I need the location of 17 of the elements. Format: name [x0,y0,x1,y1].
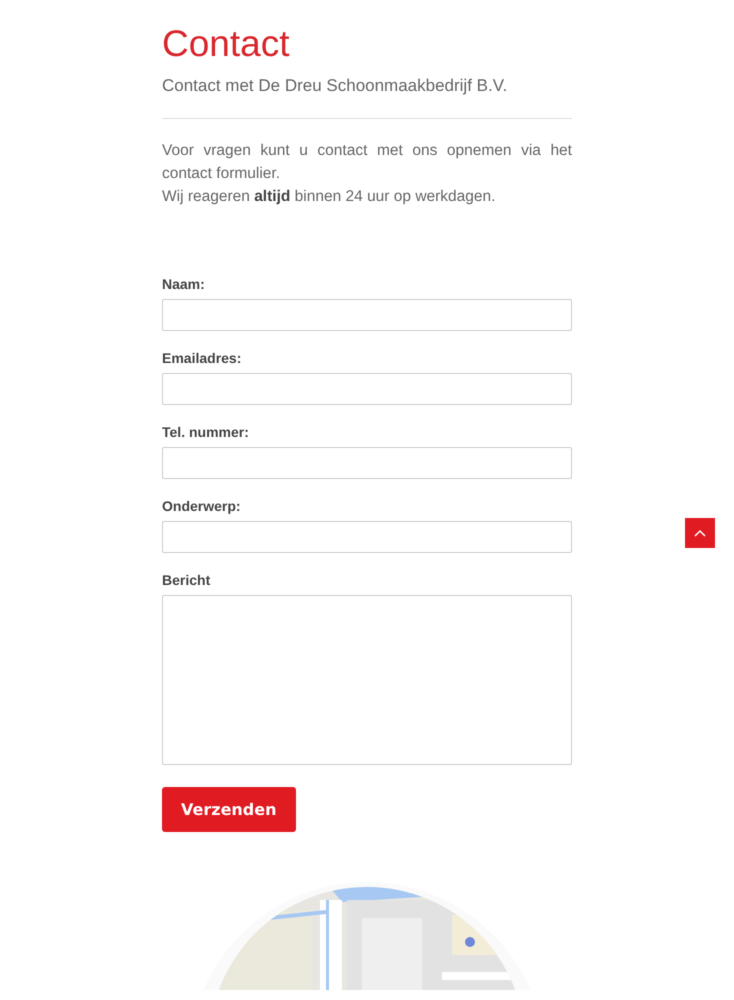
scroll-top-button[interactable] [685,518,715,548]
input-field[interactable] [162,299,572,331]
field-label: Onderwerp: [162,498,241,514]
intro-paragraph: Wij reageren altijd binnen 24 uur op werkdagen. [162,187,496,207]
field-label: Naam: [162,276,205,292]
input-field[interactable] [162,447,572,479]
subtitle: Contact met De Dreu Schoonmaakbedrijf B.V. [162,76,508,96]
page-title: Contact [162,22,291,66]
field-label: Bericht [162,572,210,588]
input-field[interactable] [162,521,572,553]
input-field[interactable] [162,373,572,405]
field-label: Tel. nummer: [162,424,249,440]
submit-button[interactable]: Verzenden [162,787,296,832]
field-label: Emailadres: [162,350,242,366]
message-field[interactable] [162,595,572,765]
intro-paragraph: Voor vragen kunt u contact met ons opnemen via het contact formulier. [162,141,572,184]
chevron-up-icon [694,529,706,537]
